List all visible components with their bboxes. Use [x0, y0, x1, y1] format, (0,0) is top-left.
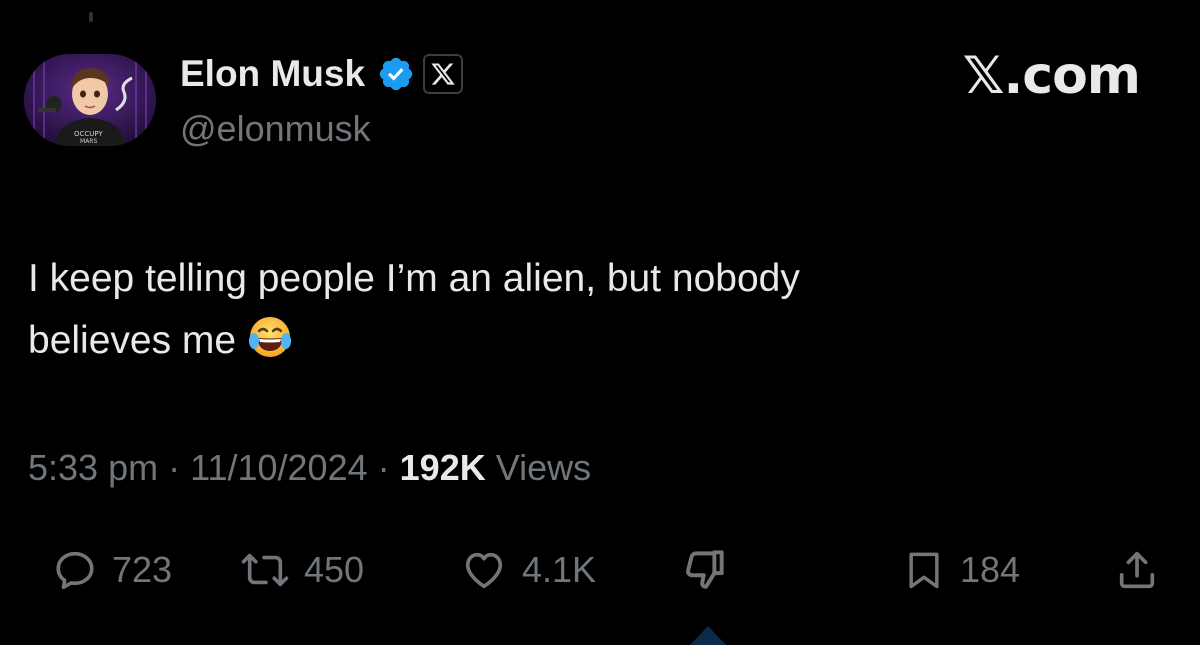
like-button[interactable]: 4.1K [460, 538, 596, 602]
face-with-tears-of-joy-icon [246, 313, 294, 361]
bookmark-count: 184 [960, 549, 1021, 590]
selection-caret [690, 626, 726, 645]
avatar-image: OCCUPY MARS [24, 54, 156, 146]
reply-count: 723 [112, 549, 173, 590]
views-label: Views [495, 447, 592, 488]
reply-icon [56, 551, 94, 590]
share-button[interactable] [1114, 538, 1160, 602]
reply-button[interactable]: 723 [52, 538, 172, 602]
site-watermark: 𝕏.com [962, 46, 1141, 106]
downvote-button[interactable] [680, 538, 730, 602]
bookmark-icon [909, 552, 939, 589]
svg-text:MARS: MARS [80, 138, 97, 145]
avatar[interactable]: OCCUPY MARS [24, 54, 156, 146]
bookmark-button[interactable]: 184 [902, 538, 1020, 602]
meta-separator: · [168, 447, 181, 488]
tweet-text-line-2-wrap: believes me [28, 310, 1138, 372]
share-icon [1119, 551, 1155, 589]
thumbs-down-icon [686, 550, 724, 589]
svg-text:OCCUPY: OCCUPY [74, 130, 103, 138]
repost-icon [241, 553, 289, 587]
repost-button[interactable]: 450 [240, 538, 364, 602]
views-count: 192K [399, 447, 486, 488]
repost-count: 450 [304, 549, 365, 590]
user-handle[interactable]: @elonmusk [180, 108, 371, 150]
meta-separator: · [377, 447, 390, 488]
tweet-meta: 5:33 pm · 11/10/2024 · 192K Views [28, 447, 591, 489]
like-count: 4.1K [522, 549, 597, 590]
tweet-text: I keep telling people I’m an alien, but … [28, 248, 1138, 372]
author-row: Elon Musk [180, 50, 464, 98]
tweet-text-line-1: I keep telling people I’m an alien, but … [28, 257, 800, 300]
x-affiliate-badge-icon[interactable] [423, 54, 464, 94]
display-name[interactable]: Elon Musk [180, 53, 365, 95]
verified-badge-icon[interactable] [377, 55, 415, 93]
top-indicator [89, 12, 93, 22]
tweet-time[interactable]: 5:33 pm [28, 447, 158, 488]
action-bar: 723 450 4.1K 184 [0, 538, 1200, 602]
tweet-date[interactable]: 11/10/2024 [190, 447, 368, 488]
heart-icon [465, 552, 503, 589]
tweet-text-line-2: believes me [28, 319, 237, 362]
